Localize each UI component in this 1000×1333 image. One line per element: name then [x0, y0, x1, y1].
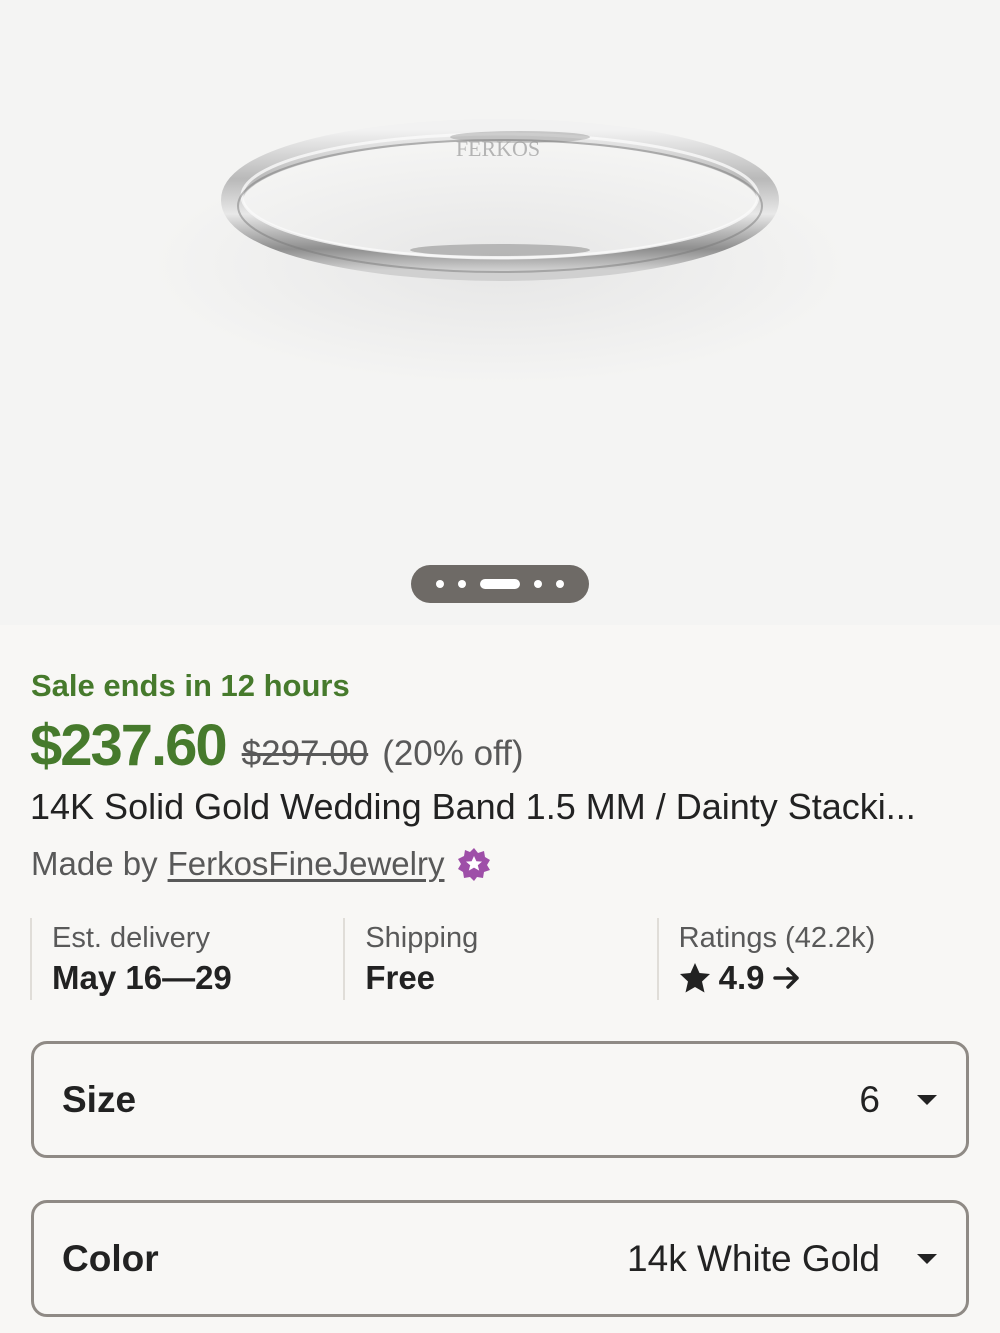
- carousel-dot[interactable]: [436, 580, 444, 588]
- shipping-label: Shipping: [365, 922, 479, 954]
- price-original: $297.00: [241, 734, 369, 773]
- carousel-indicator[interactable]: [411, 565, 589, 603]
- ratings-value-row[interactable]: 4.9: [679, 958, 970, 998]
- delivery-label: Est. delivery: [52, 922, 210, 954]
- color-value: 14k White Gold: [627, 1237, 880, 1279]
- star-icon: [679, 963, 710, 993]
- delivery-value: May 16—29: [52, 959, 232, 996]
- color-select[interactable]: Color 14k White Gold: [31, 1200, 969, 1317]
- sale-countdown: Sale ends in 12 hours: [31, 668, 350, 703]
- rating-value: 4.9: [718, 959, 765, 996]
- ratings-info[interactable]: Ratings (42.2k) 4.9: [656, 918, 970, 1000]
- color-label: Color: [62, 1237, 159, 1279]
- size-select[interactable]: Size 6: [31, 1041, 969, 1158]
- price-current: $237.60: [30, 713, 228, 778]
- price-row: $237.60 $297.00 (20% off): [30, 712, 524, 778]
- carousel-dot[interactable]: [534, 580, 542, 588]
- ring-engraving: FERKOS: [456, 136, 540, 161]
- ring-image: FERKOS: [150, 119, 850, 385]
- shipping-value: Free: [365, 959, 436, 996]
- ratings-label: Ratings (42.2k): [678, 922, 876, 954]
- size-value: 6: [859, 1078, 880, 1120]
- delivery-info: Est. delivery May 16—29: [30, 918, 343, 1000]
- price-discount: (20% off): [382, 734, 524, 773]
- star-seller-badge-icon[interactable]: [457, 847, 491, 881]
- carousel-dot-active[interactable]: [480, 579, 520, 589]
- chevron-down-icon: [917, 1094, 937, 1105]
- product-title[interactable]: 14K Solid Gold Wedding Band 1.5 MM / Dai…: [30, 786, 975, 828]
- made-by-prefix: Made by: [31, 845, 158, 882]
- shop-name-link[interactable]: FerkosFineJewelry: [168, 845, 445, 883]
- info-row: Est. delivery May 16—29 Shipping Free Ra…: [30, 918, 970, 1000]
- product-image-carousel[interactable]: FERKOS: [0, 0, 1000, 625]
- shipping-info: Shipping Free: [343, 918, 656, 1000]
- size-label: Size: [62, 1078, 137, 1120]
- chevron-down-icon: [917, 1253, 937, 1264]
- made-by: Made by FerkosFineJewelry: [31, 844, 491, 884]
- arrow-right-icon[interactable]: [772, 966, 801, 990]
- carousel-dot[interactable]: [556, 580, 564, 588]
- carousel-dot[interactable]: [458, 580, 466, 588]
